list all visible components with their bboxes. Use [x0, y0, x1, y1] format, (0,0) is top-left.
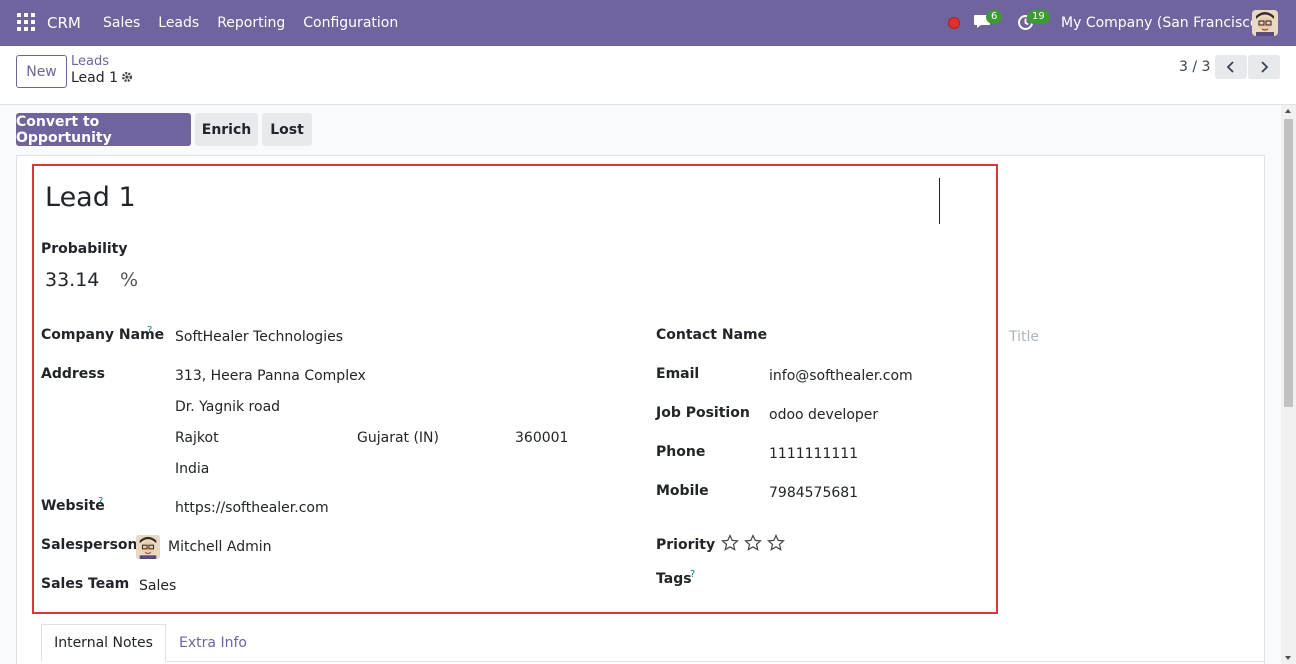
- phone-label: Phone: [656, 444, 706, 460]
- scroll-thumb[interactable]: [1284, 119, 1293, 407]
- activities-count-badge: 19: [1027, 10, 1050, 24]
- probability-label: Probability: [41, 241, 128, 257]
- recording-indicator-icon[interactable]: [948, 17, 960, 29]
- priority-label: Priority: [656, 537, 716, 553]
- sales-team-label: Sales Team: [41, 576, 130, 592]
- top-navbar: CRM Sales Leads Reporting Configuration …: [0, 0, 1296, 46]
- salesperson-label: Salesperson: [41, 537, 138, 553]
- text-cursor: [939, 178, 940, 224]
- job-position-label: Job Position: [656, 405, 750, 421]
- enrich-button[interactable]: Enrich: [195, 113, 258, 146]
- website-field[interactable]: https://softhealer.com: [175, 500, 329, 516]
- user-avatar[interactable]: [1252, 10, 1278, 36]
- company-name-field[interactable]: SoftHealer Technologies: [175, 329, 343, 345]
- address-label: Address: [41, 366, 105, 382]
- mobile-field[interactable]: 7984575681: [769, 485, 858, 501]
- zip-field[interactable]: 360001: [515, 430, 568, 446]
- scroll-up-icon[interactable]: [1285, 109, 1291, 113]
- messages-count-badge: 6: [986, 10, 1003, 24]
- street2-field[interactable]: Dr. Yagnik road: [175, 399, 280, 415]
- app-grid-icon[interactable]: [17, 13, 35, 31]
- lost-button[interactable]: Lost: [262, 113, 312, 146]
- priority-star-icon[interactable]: [744, 534, 762, 552]
- company-name-label: Company Name: [41, 327, 165, 343]
- company-switcher[interactable]: My Company (San Francisco): [1061, 15, 1264, 31]
- city-field[interactable]: Rajkot: [175, 430, 219, 446]
- lead-title-field[interactable]: Lead 1: [45, 182, 136, 213]
- tab-internal-notes[interactable]: Internal Notes: [41, 624, 166, 662]
- priority-star-icon[interactable]: [767, 534, 785, 552]
- sales-team-field[interactable]: Sales: [139, 578, 176, 594]
- street-field[interactable]: 313, Heera Panna Complex: [175, 368, 366, 384]
- tags-help[interactable]: ?: [690, 569, 695, 580]
- tags-label: Tags: [656, 571, 692, 587]
- tab-extra-info[interactable]: Extra Info: [166, 624, 260, 662]
- control-panel: New Leads Lead 1 3 / 3: [0, 46, 1296, 105]
- new-button[interactable]: New: [16, 55, 67, 88]
- convert-to-opportunity-button[interactable]: Convert to Opportunity: [16, 113, 191, 146]
- priority-star-icon[interactable]: [721, 534, 739, 552]
- email-field[interactable]: info@softhealer.com: [769, 368, 913, 384]
- pager-previous-button[interactable]: [1215, 55, 1247, 79]
- country-field[interactable]: India: [175, 461, 209, 477]
- probability-input[interactable]: 33.14: [45, 269, 99, 291]
- contact-name-label: Contact Name: [656, 327, 768, 343]
- scroll-down-icon[interactable]: [1285, 656, 1291, 660]
- menu-sales[interactable]: Sales: [103, 15, 140, 31]
- chevron-right-icon: [1261, 61, 1269, 73]
- website-label: Website: [41, 498, 105, 514]
- salesperson-field[interactable]: Mitchell Admin: [168, 539, 272, 555]
- email-label: Email: [656, 366, 700, 382]
- menu-configuration[interactable]: Configuration: [303, 15, 398, 31]
- phone-field[interactable]: 1111111111: [769, 446, 858, 462]
- gear-icon[interactable]: [121, 71, 133, 83]
- mobile-label: Mobile: [656, 483, 709, 499]
- state-field[interactable]: Gujarat (IN): [357, 430, 439, 446]
- breadcrumb-leads[interactable]: Leads: [71, 54, 109, 69]
- menu-reporting[interactable]: Reporting: [217, 15, 285, 31]
- pager-value: 3 / 3: [1179, 59, 1211, 75]
- chevron-left-icon: [1226, 61, 1234, 73]
- pager-next-button[interactable]: [1248, 55, 1280, 79]
- company-name-help[interactable]: ?: [147, 325, 152, 336]
- job-position-field[interactable]: odoo developer: [769, 407, 878, 423]
- probability-unit: %: [120, 269, 139, 291]
- main-menu: Sales Leads Reporting Configuration: [103, 15, 398, 31]
- page-scrollbar[interactable]: [1281, 105, 1296, 664]
- salesperson-avatar: [136, 535, 160, 559]
- app-name[interactable]: CRM: [47, 14, 81, 32]
- contact-title-field[interactable]: Title: [1009, 329, 1039, 345]
- website-help[interactable]: ?: [98, 496, 103, 507]
- breadcrumb-current: Lead 1: [71, 70, 118, 86]
- menu-leads[interactable]: Leads: [158, 15, 199, 31]
